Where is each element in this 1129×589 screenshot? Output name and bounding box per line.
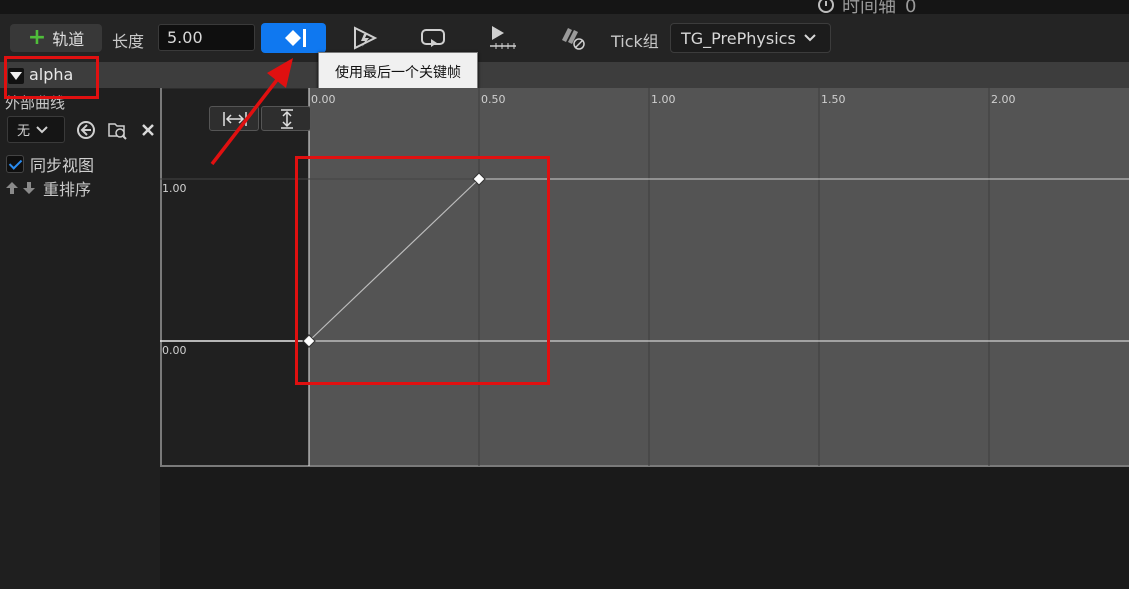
tick-group-dropdown[interactable]: TG_PrePhysics xyxy=(670,23,831,53)
clock-icon xyxy=(818,0,834,13)
sync-view-toggle[interactable]: 同步视图 xyxy=(6,152,94,176)
browse-asset-icon[interactable] xyxy=(107,120,127,140)
external-curve-label: 外部曲线 xyxy=(5,94,66,112)
track-settings-panel: 外部曲线 无 同步视图 重排序 xyxy=(0,88,160,589)
replicated-icon[interactable] xyxy=(488,24,518,52)
plus-icon: + xyxy=(27,25,47,50)
clear-icon[interactable] xyxy=(139,120,159,140)
track-row[interactable]: alpha xyxy=(0,62,1129,88)
x-tick-label: 1.50 xyxy=(821,93,846,106)
chevron-down-icon xyxy=(36,125,48,133)
sync-view-checkbox[interactable] xyxy=(6,155,24,173)
track-name[interactable]: alpha xyxy=(29,65,73,84)
window-title-bar: 时间轴_0 xyxy=(0,0,1129,17)
collapse-arrow-icon[interactable] xyxy=(8,68,24,84)
reorder-control[interactable]: 重排序 xyxy=(5,176,91,200)
y-tick-label: 0.00 xyxy=(162,344,187,357)
reorder-label: 重排序 xyxy=(43,180,92,199)
length-input[interactable]: 5.00 xyxy=(158,24,255,51)
use-last-keyframe-button[interactable] xyxy=(261,23,326,53)
zoom-to-fit-horizontal-button[interactable] xyxy=(209,106,259,131)
zoom-to-fit-vertical-button[interactable] xyxy=(261,106,311,131)
chevron-down-icon xyxy=(804,34,816,42)
fit-horizontal-icon xyxy=(223,112,247,126)
x-tick-label: 1.00 xyxy=(651,93,676,106)
autoplay-icon[interactable] xyxy=(350,24,380,52)
tooltip: 使用最后一个关键帧 xyxy=(318,52,478,91)
last-keyframe-icon xyxy=(285,29,306,47)
move-up-down-icon[interactable] xyxy=(5,180,39,196)
length-label: 长度 xyxy=(112,32,145,51)
x-tick-label: 2.00 xyxy=(991,93,1016,106)
graph-background-active xyxy=(309,88,1129,466)
y-tick-label: 1.00 xyxy=(162,182,187,195)
external-curve-dropdown[interactable]: 无 xyxy=(7,116,65,143)
fit-vertical-icon xyxy=(281,109,293,129)
use-selected-asset-icon[interactable] xyxy=(76,120,96,140)
ignore-time-dilation-icon[interactable] xyxy=(558,24,588,52)
x-tick-label: 0.50 xyxy=(481,93,506,106)
curve-graph[interactable]: 0.00 0.50 1.00 1.50 2.00 1.00 0.00 xyxy=(160,88,1129,468)
x-tick-label: 0.00 xyxy=(311,93,336,106)
tick-group-value: TG_PrePhysics xyxy=(681,28,796,48)
add-track-button[interactable]: + 轨道 xyxy=(10,24,102,52)
external-curve-value: 无 xyxy=(17,124,31,139)
timeline-toolbar: + 轨道 长度 5.00 Tick组 TG_PrePhysics xyxy=(0,14,1129,62)
loop-icon[interactable] xyxy=(418,24,448,52)
sync-view-label: 同步视图 xyxy=(30,156,95,175)
tick-group-label: Tick组 xyxy=(611,32,659,51)
add-track-label: 轨道 xyxy=(52,30,85,49)
